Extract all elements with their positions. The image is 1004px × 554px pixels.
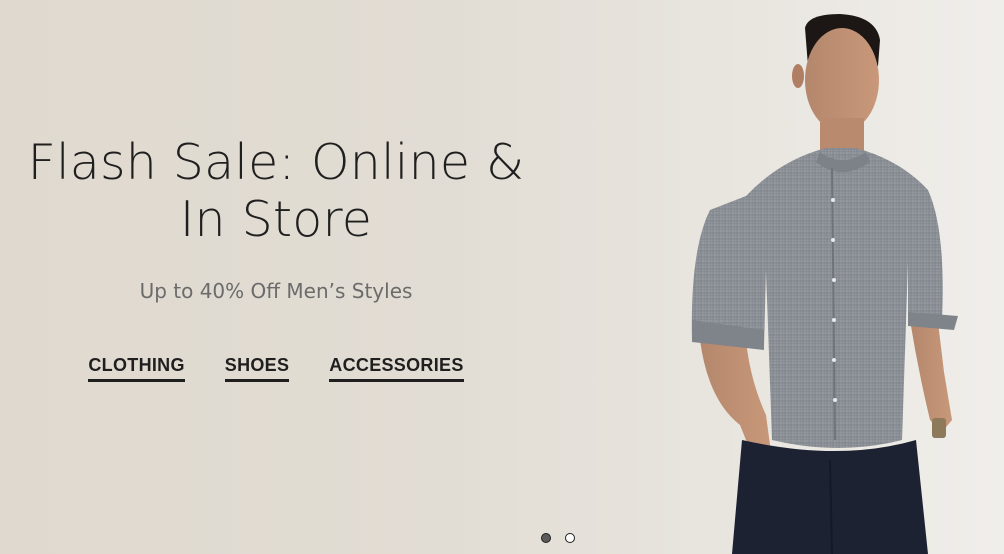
- headline-line-2: In Store: [179, 191, 373, 248]
- carousel-dots: [541, 533, 575, 543]
- model-image: [691, 14, 958, 554]
- shoes-link[interactable]: SHOES: [224, 355, 290, 382]
- carousel-dot-2[interactable]: [565, 533, 575, 543]
- hero-banner: Flash Sale: Online & In Store Up to 40% …: [0, 0, 1004, 554]
- carousel-dot-1[interactable]: [541, 533, 551, 543]
- clothing-link[interactable]: CLOTHING: [88, 355, 185, 382]
- accessories-link[interactable]: ACCESSORIES: [329, 355, 464, 382]
- hero-headline: Flash Sale: Online & In Store: [0, 134, 552, 248]
- category-links: CLOTHING SHOES ACCESSORIES: [0, 355, 552, 382]
- headline-line-1: Flash Sale: Online &: [27, 134, 525, 191]
- hero-subhead: Up to 40% Off Men’s Styles: [139, 279, 413, 303]
